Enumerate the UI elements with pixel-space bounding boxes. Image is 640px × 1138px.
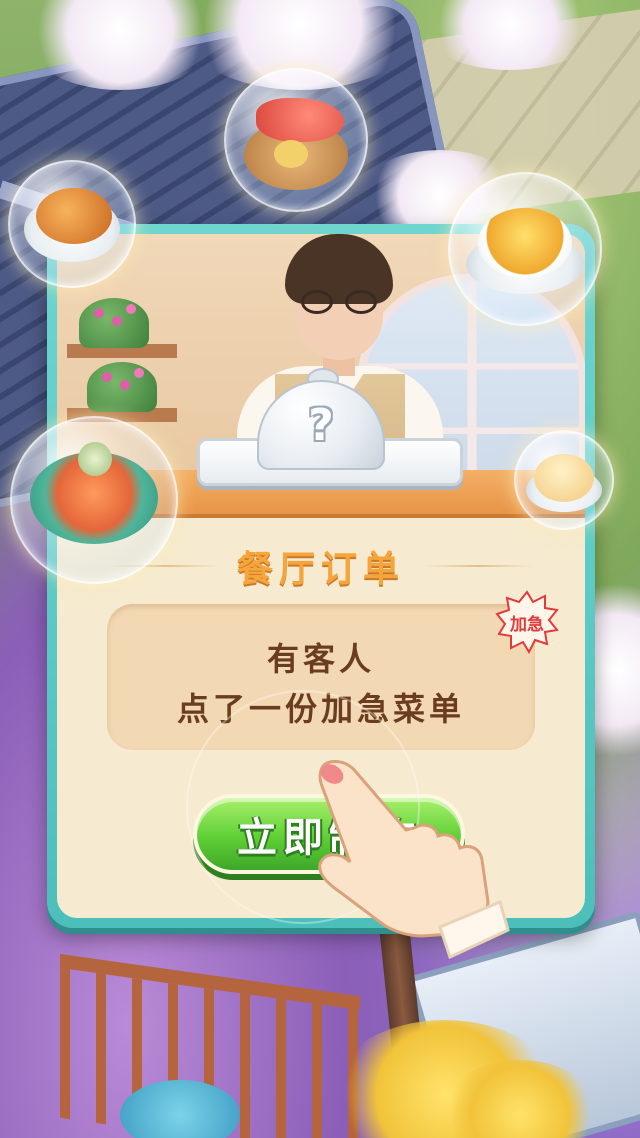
bun-icon — [534, 454, 594, 502]
fish-platter-bubble — [224, 68, 368, 212]
question-mark-icon: ? — [308, 400, 334, 451]
roast-chicken-icon — [36, 188, 112, 244]
hotpot-chimney — [78, 442, 112, 476]
bun-item — [274, 140, 308, 168]
urgent-badge-label: 加急 — [510, 615, 544, 635]
corn-soup-icon — [478, 208, 572, 278]
fish-platter-icon — [256, 98, 344, 142]
dialog-title: 餐厅订单 — [236, 549, 405, 590]
tutorial-hand-pointer-icon — [310, 752, 510, 962]
potted-plant — [87, 362, 157, 412]
title-divider-right — [423, 565, 533, 567]
roast-chicken-bubble — [8, 160, 136, 288]
order-message-line1: 有客人 — [266, 640, 375, 678]
urgent-badge: 加急 — [495, 590, 559, 654]
pan-fried-bun-bubble — [514, 430, 614, 530]
corn-soup-bubble — [448, 172, 602, 326]
potted-plant — [79, 298, 149, 348]
seafood-hotpot-bubble — [10, 416, 178, 584]
chef-glasses — [299, 290, 379, 316]
